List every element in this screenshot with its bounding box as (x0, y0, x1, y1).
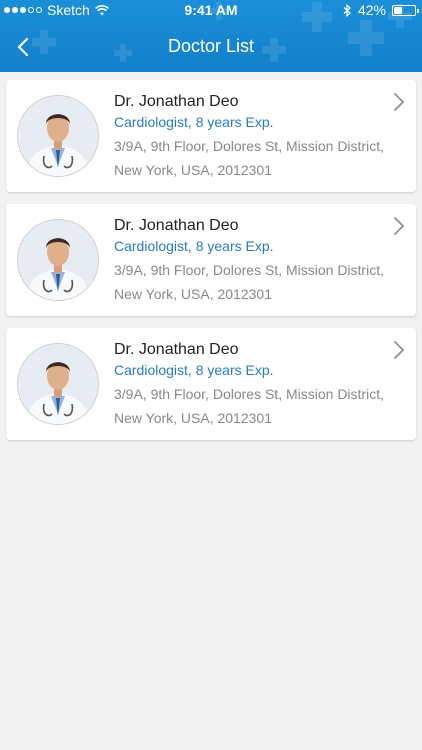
address-line-1: 3/9A, 9th Floor, Dolores St, Mission Dis… (114, 262, 384, 278)
doctor-avatar (17, 95, 99, 177)
chevron-right-icon (394, 217, 404, 235)
status-bar: Sketch 9:41 AM 42% (0, 0, 422, 20)
address-line-1: 3/9A, 9th Floor, Dolores St, Mission Dis… (114, 138, 384, 154)
address-line-1: 3/9A, 9th Floor, Dolores St, Mission Dis… (114, 386, 384, 402)
doctor-avatar (17, 219, 99, 301)
doctor-info: Dr. Jonathan Deo Cardiologist, 8 years E… (114, 216, 396, 306)
doctor-name: Dr. Jonathan Deo (114, 217, 239, 234)
doctor-avatar (17, 343, 99, 425)
chevron-right-icon (394, 341, 404, 359)
battery-fill (394, 6, 402, 14)
address-line-2: New York, USA, 2012301 (114, 286, 272, 302)
doctor-name: Dr. Jonathan Deo (114, 93, 239, 110)
address-line-2: New York, USA, 2012301 (114, 162, 272, 178)
battery-percent: 42% (357, 2, 386, 18)
nav-header: Sketch 9:41 AM 42% Doctor List (0, 0, 422, 72)
address-line-2: New York, USA, 2012301 (114, 410, 272, 426)
doctor-portrait (18, 96, 98, 176)
doctor-list: Dr. Jonathan Deo Cardiologist, 8 years E… (6, 80, 416, 452)
doctor-specialty: Cardiologist, 8 years Exp. (114, 362, 274, 378)
doctor-name: Dr. Jonathan Deo (114, 341, 239, 358)
doctor-specialty: Cardiologist, 8 years Exp. (114, 114, 274, 130)
doctor-info: Dr. Jonathan Deo Cardiologist, 8 years E… (114, 340, 396, 430)
chevron-right-icon (394, 93, 404, 111)
doctor-address: 3/9A, 9th Floor, Dolores St, Mission Dis… (114, 382, 396, 430)
battery-icon (392, 4, 419, 16)
bluetooth-icon (343, 3, 351, 17)
doctor-info: Dr. Jonathan Deo Cardiologist, 8 years E… (114, 92, 396, 182)
doctor-card[interactable]: Dr. Jonathan Deo Cardiologist, 8 years E… (6, 80, 416, 192)
status-right: 42% (343, 2, 419, 18)
doctor-card[interactable]: Dr. Jonathan Deo Cardiologist, 8 years E… (6, 328, 416, 440)
doctor-portrait (18, 344, 98, 424)
doctor-card[interactable]: Dr. Jonathan Deo Cardiologist, 8 years E… (6, 204, 416, 316)
doctor-specialty: Cardiologist, 8 years Exp. (114, 238, 274, 254)
doctor-address: 3/9A, 9th Floor, Dolores St, Mission Dis… (114, 134, 396, 182)
page-title: Doctor List (167, 36, 255, 56)
doctor-address: 3/9A, 9th Floor, Dolores St, Mission Dis… (114, 258, 396, 306)
doctor-portrait (18, 220, 98, 300)
